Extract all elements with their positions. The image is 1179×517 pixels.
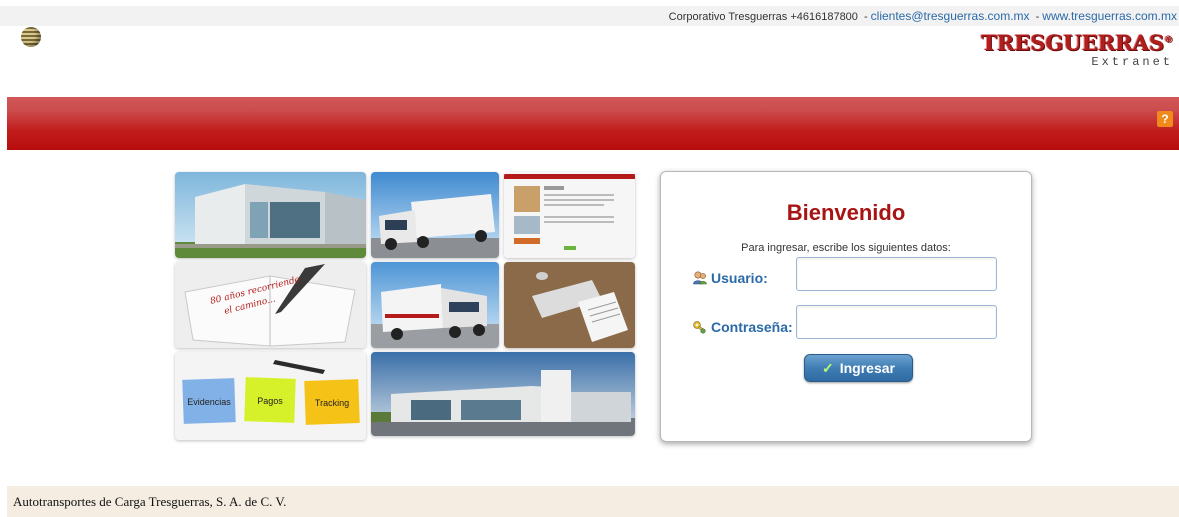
top-contact-bar: Corporativo Tresguerras +4616187800 - cli…	[0, 6, 1179, 26]
email-link[interactable]: clientes@tresguerras.com.mx	[871, 9, 1030, 23]
username-input[interactable]	[796, 257, 997, 291]
username-label-text: Usuario:	[711, 270, 768, 286]
building-photo	[371, 352, 635, 436]
contact-separator: -	[863, 11, 868, 23]
login-title: Bienvenido	[786, 200, 906, 225]
login-button[interactable]: ✓ Ingresar	[804, 354, 913, 382]
note-evidencias: Evidencias	[187, 397, 231, 407]
registered-mark: ®	[1164, 35, 1173, 45]
image-mosaic: 80 años recorriendo el camino... Evidenc…	[173, 169, 637, 441]
checkmark-icon: ✓	[822, 359, 834, 376]
brand-subtitle: Extranet	[1091, 55, 1173, 69]
note-pagos: Pagos	[257, 396, 283, 406]
footer: Autotransportes de Carga Tresguerras, S.…	[7, 486, 1179, 517]
header-band: ?	[7, 97, 1179, 150]
note-tracking: Tracking	[315, 398, 349, 408]
website-screenshot	[504, 172, 635, 258]
brand-name: TRESGUERRAS	[981, 30, 1164, 55]
building-photo	[175, 172, 366, 258]
sticky-notes-photo: Evidencias Pagos Tracking	[175, 352, 366, 440]
footer-company-name: Autotransportes de Carga Tresguerras, S.…	[13, 494, 287, 509]
login-panel: Bienvenido Para ingresar, escribe los si…	[660, 171, 1032, 442]
help-button[interactable]: ?	[1157, 111, 1173, 127]
truck-photo	[371, 262, 499, 348]
globe-logo-icon	[21, 27, 41, 47]
truck-photo	[371, 172, 499, 258]
password-label-text: Contraseña:	[711, 319, 793, 335]
website-link[interactable]: www.tresguerras.com.mx	[1042, 9, 1177, 23]
contact-info: Corporativo Tresguerras +4616187800 - cli…	[669, 9, 1177, 23]
notebook-photo: 80 años recorriendo el camino...	[175, 262, 366, 348]
login-instructions: Para ingresar, escribe los siguientes da…	[741, 242, 951, 254]
contact-phone: Corporativo Tresguerras +4616187800	[668, 11, 858, 23]
user-icon	[693, 271, 707, 285]
contact-separator: -	[1035, 11, 1040, 23]
brand-logo[interactable]: TRESGUERRAS® Extranet	[981, 29, 1173, 70]
key-icon	[693, 321, 706, 334]
password-label: Contraseña:	[692, 319, 793, 335]
username-label: Usuario:	[692, 270, 768, 286]
login-button-label: Ingresar	[839, 360, 895, 376]
keyboard-photo	[504, 262, 635, 348]
password-input[interactable]	[796, 305, 997, 339]
